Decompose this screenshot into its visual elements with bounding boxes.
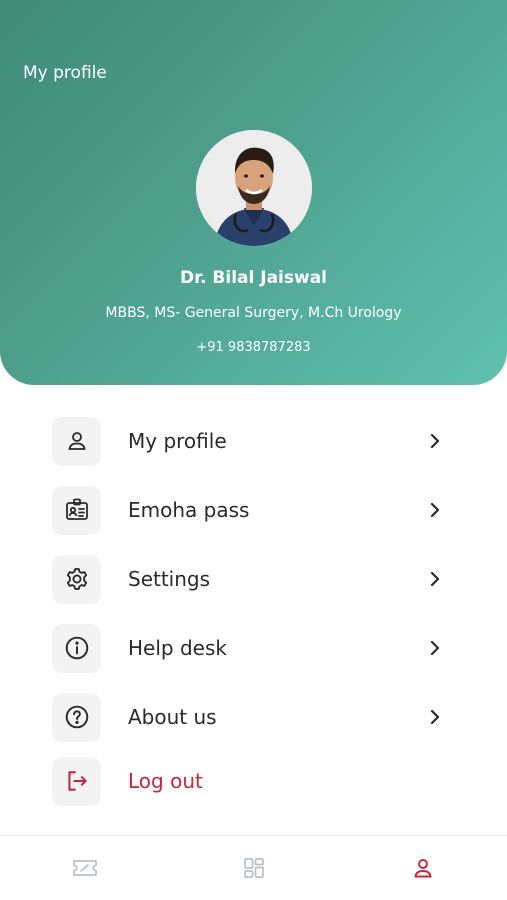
profile-header: My profile Dr. Bilal Jaiswal MBBS, MS- G… xyxy=(0,0,507,385)
user-icon xyxy=(52,416,101,466)
doctor-phone: +91 9838787283 xyxy=(196,340,311,355)
chevron-right-icon xyxy=(426,639,444,657)
menu-item-about-us[interactable]: About us xyxy=(52,692,452,742)
page-title: My profile xyxy=(23,63,107,83)
menu-label: Log out xyxy=(128,769,203,793)
menu-label: My profile xyxy=(128,429,227,453)
doctor-name: Dr. Bilal Jaiswal xyxy=(179,268,328,288)
doctor-qualification: MBBS, MS- General Surgery, M.Ch Urology xyxy=(105,305,402,321)
info-icon xyxy=(52,623,101,673)
nav-tab-tickets[interactable] xyxy=(65,848,105,888)
chevron-right-icon xyxy=(426,432,444,450)
menu-label: Settings xyxy=(128,567,211,591)
menu-item-emoha-pass[interactable]: Emoha pass xyxy=(52,485,452,535)
menu-label: About us xyxy=(128,705,217,729)
gear-icon xyxy=(52,554,101,604)
menu-label: Help desk xyxy=(128,636,227,660)
chevron-right-icon xyxy=(426,570,444,588)
profile-icon xyxy=(413,859,432,878)
ticket-icon xyxy=(72,860,97,876)
menu-item-help-desk[interactable]: Help desk xyxy=(52,623,452,673)
chevron-right-icon xyxy=(426,501,444,519)
id-card-icon xyxy=(52,485,101,535)
logout-icon xyxy=(52,756,101,806)
menu-label: Emoha pass xyxy=(128,498,250,522)
dashboard-icon xyxy=(243,858,264,878)
menu-item-my-profile[interactable]: My profile xyxy=(52,416,452,466)
question-icon xyxy=(52,692,101,742)
bottom-nav xyxy=(0,836,507,900)
nav-tab-dashboard[interactable] xyxy=(234,848,274,888)
chevron-right-icon xyxy=(426,708,444,726)
avatar xyxy=(196,130,312,246)
logout-button[interactable]: Log out xyxy=(52,756,452,806)
nav-tab-profile[interactable] xyxy=(403,848,443,888)
menu-item-settings[interactable]: Settings xyxy=(52,554,452,604)
